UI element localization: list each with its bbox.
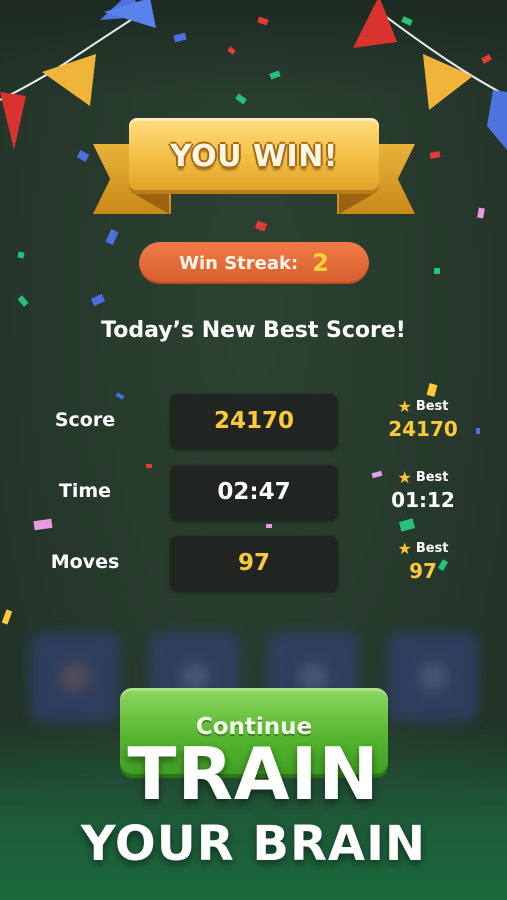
best-label: Best xyxy=(415,470,449,485)
best-moves: ★ Best 97 xyxy=(378,539,468,583)
best-label: Best xyxy=(415,541,449,556)
stat-row-moves: Moves 97 ★ Best 97 xyxy=(0,535,507,593)
stat-value-box: 24170 xyxy=(170,393,338,449)
best-score: ★ Best 24170 xyxy=(378,397,468,441)
promo-headline: TRAIN xyxy=(127,732,380,816)
stat-row-time: Time 02:47 ★ Best 01:12 xyxy=(0,464,507,522)
promo-subheadline: YOUR BRAIN xyxy=(80,816,427,872)
new-best-subtitle: Today’s New Best Score! xyxy=(101,318,406,343)
win-streak-badge: Win Streak: 2 xyxy=(139,242,369,284)
best-value: 01:12 xyxy=(391,488,455,512)
best-label: Best xyxy=(415,399,449,414)
blurred-tile xyxy=(388,632,478,722)
best-value: 24170 xyxy=(388,417,458,441)
star-icon: ★ xyxy=(397,468,412,487)
banner-face: YOU WIN! xyxy=(129,118,379,194)
confetti xyxy=(17,251,25,259)
win-streak-value: 2 xyxy=(312,249,329,277)
best-time: ★ Best 01:12 xyxy=(378,468,468,512)
stat-row-score: Score 24170 ★ Best 24170 xyxy=(0,393,507,451)
stat-label: Score xyxy=(54,409,116,431)
confetti xyxy=(434,268,440,274)
stat-value-box: 02:47 xyxy=(170,464,338,520)
blurred-tile xyxy=(30,632,120,722)
stat-label: Time xyxy=(58,480,112,502)
stat-label: Moves xyxy=(50,551,120,573)
star-icon: ★ xyxy=(397,539,412,558)
banner-title: YOU WIN! xyxy=(169,138,338,174)
best-value: 97 xyxy=(409,559,437,583)
stat-value-box: 97 xyxy=(170,535,338,591)
you-win-banner: YOU WIN! xyxy=(93,112,415,216)
win-streak-label: Win Streak: xyxy=(179,252,299,274)
star-icon: ★ xyxy=(397,397,412,416)
confetti xyxy=(266,524,272,528)
